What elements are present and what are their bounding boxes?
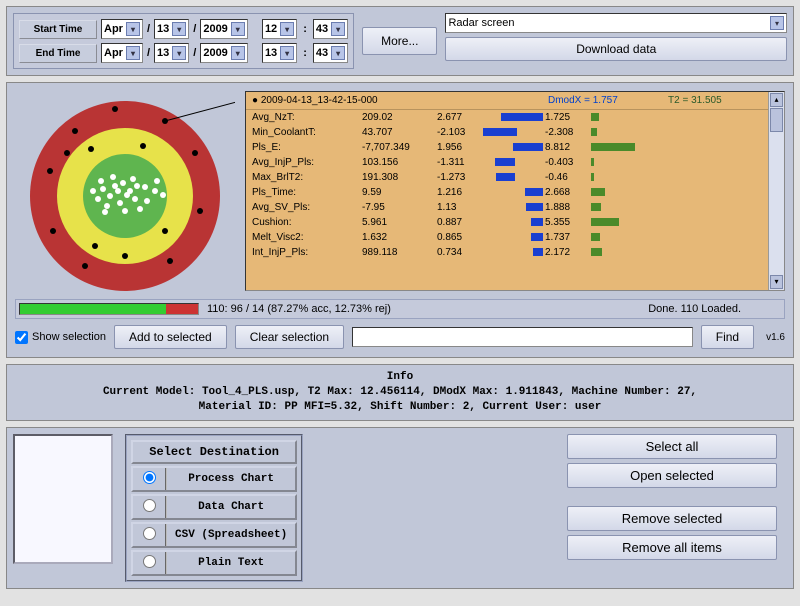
chevron-down-icon: ▾ [172,22,186,36]
chevron-down-icon: ▾ [126,46,140,60]
chevron-down-icon: ▾ [770,16,784,30]
variable-table: ● 2009-04-13_13-42-15-000 DmodX = 1.757 … [245,91,785,291]
version-label: v1.6 [762,332,785,343]
t2-header: T2 = 31.505 [668,95,778,106]
table-row[interactable]: Avg_NzT:209.022.6771.725 [246,110,784,125]
table-row[interactable]: Max_BrlT2:191.308-1.273-0.46 [246,170,784,185]
table-row[interactable]: Pls_Time:9.591.2162.668 [246,185,784,200]
end-min-select[interactable]: 43▾ [313,43,348,63]
show-selection-checkbox[interactable]: Show selection [15,331,106,344]
select-all-button[interactable]: Select all [567,434,777,459]
radar-plot[interactable] [15,91,235,291]
load-progress [19,303,199,315]
destination-option[interactable]: Process Chart [131,466,297,492]
chevron-down-icon: ▾ [172,46,186,60]
table-row[interactable]: Melt_Visc2:1.6320.8651.737 [246,230,784,245]
end-hour-select[interactable]: 13▾ [262,43,297,63]
remove-selected-button[interactable]: Remove selected [567,506,777,531]
end-month-select[interactable]: Apr▾ [101,43,143,63]
end-year-select[interactable]: 2009▾ [200,43,247,63]
chevron-down-icon: ▾ [231,22,245,36]
chevron-down-icon: ▾ [331,46,345,60]
find-input[interactable] [352,327,693,347]
selected-timestamp: 2009-04-13_13-42-15-000 [261,95,378,106]
table-row[interactable]: Cushion:5.9610.8875.355 [246,215,784,230]
download-data-button[interactable]: Download data [445,37,787,61]
time-range-panel: Start Time Apr▾ / 13▾ / 2009▾ 12▾ : 43▾ … [13,13,354,69]
table-row[interactable]: Avg_InjP_Pls:103.156-1.311-0.403 [246,155,784,170]
scroll-down-icon[interactable]: ▾ [770,275,783,289]
end-day-select[interactable]: 13▾ [154,43,189,63]
view-select[interactable]: Radar screen▾ [445,13,787,33]
add-to-selected-button[interactable]: Add to selected [114,325,227,349]
table-row[interactable]: Avg_SV_Pls:-7.951.131.888 [246,200,784,215]
start-month-select[interactable]: Apr▾ [101,19,143,39]
clear-selection-button[interactable]: Clear selection [235,325,344,349]
selected-list[interactable] [13,434,113,564]
end-time-label: End Time [19,44,97,63]
destination-option[interactable]: Data Chart [131,494,297,520]
dmodx-header: DmodX = 1.757 [548,95,668,106]
chevron-down-icon: ▾ [331,22,345,36]
scroll-thumb[interactable] [770,108,783,132]
destination-option[interactable]: Plain Text [131,550,297,576]
table-row[interactable]: Pls_E:-7,707.3491.9568.812 [246,140,784,155]
table-scrollbar[interactable]: ▴ ▾ [768,92,784,290]
start-min-select[interactable]: 43▾ [313,19,348,39]
scroll-up-icon[interactable]: ▴ [770,93,783,107]
remove-all-button[interactable]: Remove all items [567,535,777,560]
chevron-down-icon: ▾ [126,22,140,36]
destination-header: Select Destination [131,440,297,464]
start-hour-select[interactable]: 12▾ [262,19,297,39]
table-row[interactable]: Min_CoolantT:43.707-2.103-2.308 [246,125,784,140]
progress-text: 110: 96 / 14 (87.27% acc, 12.73% rej) [207,303,391,315]
destination-radio[interactable] [143,471,156,484]
start-year-select[interactable]: 2009▾ [200,19,247,39]
table-row[interactable]: Int_InjP_Pls:989.1180.7342.172 [246,245,784,260]
start-time-label: Start Time [19,20,97,39]
info-title: Info [17,370,783,385]
open-selected-button[interactable]: Open selected [567,463,777,488]
destination-option[interactable]: CSV (Spreadsheet) [131,522,297,548]
destination-panel: Select Destination Process ChartData Cha… [125,434,303,582]
start-day-select[interactable]: 13▾ [154,19,189,39]
loaded-status: Done. 110 Loaded. [648,303,781,315]
chevron-down-icon: ▾ [280,22,294,36]
destination-radio[interactable] [143,499,156,512]
find-button[interactable]: Find [701,325,754,349]
chevron-down-icon: ▾ [231,46,245,60]
chevron-down-icon: ▾ [280,46,294,60]
destination-radio[interactable] [143,555,156,568]
more-button[interactable]: More... [362,27,437,55]
destination-radio[interactable] [143,527,156,540]
info-panel: Info Current Model: Tool_4_PLS.usp, T2 M… [6,364,794,421]
